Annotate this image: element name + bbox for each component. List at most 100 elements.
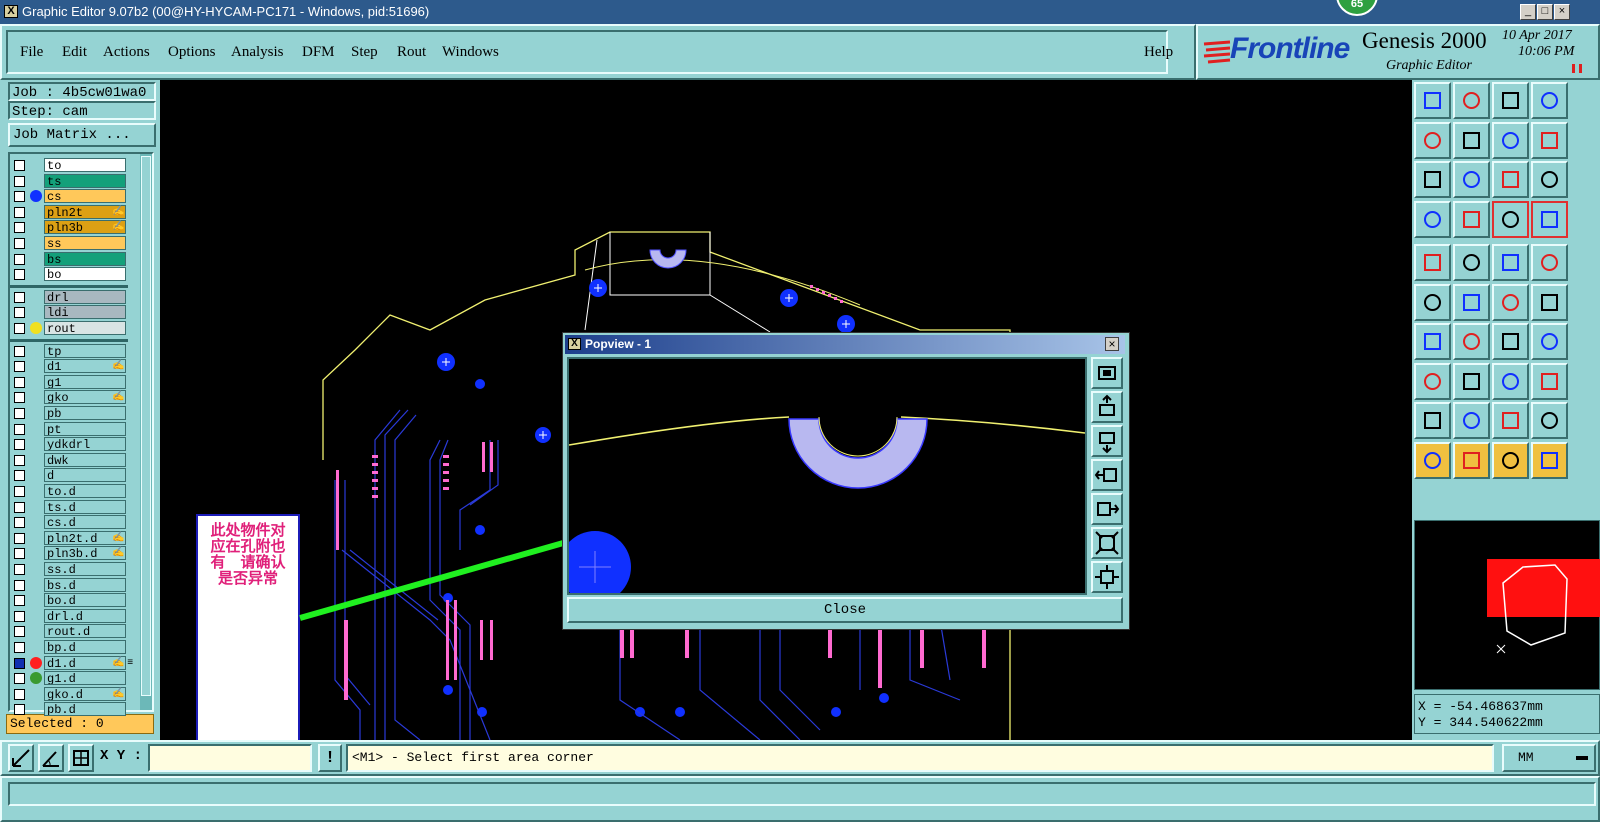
- tool-button[interactable]: [1414, 200, 1451, 238]
- tool-button[interactable]: [1492, 283, 1529, 321]
- menu-analysis[interactable]: Analysis: [231, 44, 284, 61]
- layer-name[interactable]: d: [44, 468, 126, 483]
- tool-button[interactable]: [1531, 121, 1568, 159]
- tool-button[interactable]: [1531, 441, 1568, 479]
- layer-checkbox[interactable]: [14, 361, 25, 373]
- layer-row-drl[interactable]: drl: [0, 289, 140, 305]
- layer-name[interactable]: ts: [44, 173, 126, 188]
- layer-row-rout.d[interactable]: rout.d: [0, 624, 140, 639]
- popview-close-icon[interactable]: ×: [1105, 337, 1119, 351]
- layer-checkbox[interactable]: [14, 222, 25, 234]
- popview-canvas[interactable]: [559, 357, 1087, 603]
- layer-name[interactable]: to: [44, 158, 126, 172]
- layer-row-cs.d[interactable]: cs.d: [0, 515, 140, 530]
- layer-checkbox[interactable]: [14, 548, 25, 560]
- layer-checkbox[interactable]: [14, 704, 25, 716]
- layer-name[interactable]: bp.d: [44, 640, 126, 654]
- layer-row-to.d[interactable]: to.d: [0, 484, 140, 499]
- layer-row-g1[interactable]: g1: [0, 374, 140, 390]
- layer-row-gko.d[interactable]: gko.d ✍: [0, 686, 140, 702]
- tool-button[interactable]: [1531, 323, 1568, 360]
- zoom-home-button[interactable]: [1091, 357, 1123, 389]
- layer-name[interactable]: ss: [44, 236, 126, 250]
- tool-button[interactable]: [1531, 244, 1568, 281]
- zoom-in-button[interactable]: [1091, 391, 1123, 423]
- layer-name[interactable]: pb.d: [44, 702, 126, 717]
- layer-row-d1[interactable]: d1 ✍: [0, 359, 140, 374]
- layer-checkbox[interactable]: [14, 206, 25, 218]
- scrollbar-thumb[interactable]: [141, 156, 151, 696]
- xy-input[interactable]: [148, 744, 312, 772]
- tool-button[interactable]: [1414, 441, 1451, 479]
- layer-name[interactable]: ts.d: [44, 499, 126, 514]
- close-window-button[interactable]: ×: [1554, 4, 1570, 20]
- tool-button[interactable]: [1453, 323, 1490, 360]
- layer-row-ts.d[interactable]: ts.d: [0, 499, 140, 515]
- tool-button[interactable]: [1414, 244, 1451, 281]
- menu-step[interactable]: Step: [351, 44, 378, 61]
- tool-button[interactable]: [1531, 402, 1568, 439]
- layer-checkbox[interactable]: [14, 657, 25, 669]
- layer-row-ts[interactable]: ts: [0, 173, 140, 189]
- layer-row-cs[interactable]: cs: [0, 189, 140, 204]
- layer-checkbox[interactable]: [14, 626, 25, 638]
- layer-row-pln3b[interactable]: pln3b ✍: [0, 220, 140, 235]
- tool-button[interactable]: [1414, 121, 1451, 159]
- layer-checkbox[interactable]: [14, 238, 25, 249]
- layer-checkbox[interactable]: [14, 564, 25, 575]
- layer-name[interactable]: bs.d: [44, 577, 126, 592]
- layer-name[interactable]: g1: [44, 374, 126, 389]
- zoom-area-button[interactable]: [1091, 561, 1123, 593]
- layer-name[interactable]: drl: [44, 289, 126, 304]
- angle-button[interactable]: [38, 744, 64, 772]
- layer-row-bs.d[interactable]: bs.d: [0, 577, 140, 593]
- layer-row-gko[interactable]: gko ✍: [0, 390, 140, 405]
- maximize-button[interactable]: □: [1537, 4, 1553, 20]
- menu-windows[interactable]: Windows: [442, 44, 499, 61]
- layer-checkbox[interactable]: [14, 439, 25, 451]
- tool-button[interactable]: [1492, 200, 1529, 238]
- layer-checkbox[interactable]: [14, 175, 25, 187]
- layer-checkbox[interactable]: [14, 323, 25, 334]
- layer-checkbox[interactable]: [14, 253, 25, 265]
- tool-button[interactable]: [1492, 441, 1529, 479]
- layer-name[interactable]: dwk: [44, 452, 126, 467]
- layer-checkbox[interactable]: [14, 269, 25, 281]
- layer-checkbox[interactable]: [14, 470, 25, 482]
- layer-checkbox[interactable]: [14, 454, 25, 466]
- menu-help[interactable]: Help: [1144, 44, 1173, 61]
- tool-button[interactable]: [1492, 161, 1529, 198]
- menu-options[interactable]: Options: [168, 44, 216, 61]
- tool-button[interactable]: [1453, 161, 1490, 198]
- layer-row-d1.d[interactable]: d1.d ✍ ≡: [0, 655, 140, 671]
- layer-name[interactable]: bo: [44, 267, 126, 282]
- tool-button[interactable]: [1492, 121, 1529, 159]
- layer-name[interactable]: pt: [44, 421, 126, 436]
- layer-name[interactable]: bs: [44, 251, 126, 266]
- tool-button[interactable]: [1492, 323, 1529, 360]
- tool-button[interactable]: [1453, 121, 1490, 159]
- tool-button[interactable]: [1531, 283, 1568, 321]
- layer-row-ldi[interactable]: ldi: [0, 305, 140, 320]
- layer-row-ydkdrl[interactable]: ydkdrl: [0, 437, 140, 452]
- job-matrix-button[interactable]: Job Matrix ...: [8, 123, 156, 147]
- layer-checkbox[interactable]: [14, 517, 25, 529]
- tool-button[interactable]: [1453, 244, 1490, 281]
- layer-name[interactable]: tp: [44, 343, 126, 358]
- zoom-out-button[interactable]: [1091, 425, 1123, 457]
- tool-button[interactable]: [1492, 244, 1529, 281]
- layer-checkbox[interactable]: [14, 423, 25, 435]
- tool-button[interactable]: [1453, 362, 1490, 400]
- layer-checkbox[interactable]: [14, 595, 25, 607]
- layer-row-d[interactable]: d: [0, 468, 140, 483]
- overview-map[interactable]: [1414, 520, 1600, 690]
- alert-button[interactable]: !: [318, 744, 342, 772]
- layer-checkbox[interactable]: [14, 501, 25, 513]
- layer-checkbox[interactable]: [14, 642, 25, 653]
- tool-button[interactable]: [1531, 200, 1568, 238]
- layer-row-ss.d[interactable]: ss.d: [0, 562, 140, 577]
- layer-checkbox[interactable]: [14, 532, 25, 544]
- layer-checkbox[interactable]: [14, 191, 25, 203]
- layer-checkbox[interactable]: [14, 408, 25, 419]
- layer-row-pln2t[interactable]: pln2t ✍: [0, 204, 140, 220]
